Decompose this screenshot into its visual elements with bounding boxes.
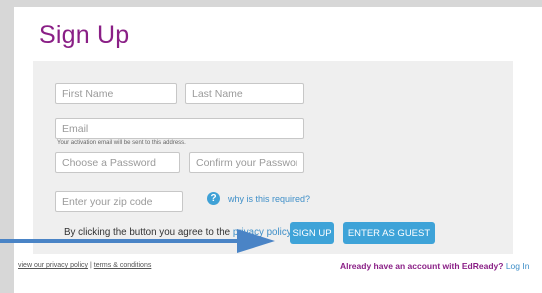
terms-conditions-link[interactable]: terms & conditions [94,262,152,269]
log-in-link[interactable]: Log In [506,261,530,271]
left-border [0,0,14,293]
agreement-label: By clicking the button you agree to the [64,227,231,238]
email-hint: Your activation email will be sent to th… [57,140,186,146]
page-title: Sign Up [39,21,130,49]
account-question: Already have an account with EdReady? [340,261,504,271]
first-name-input[interactable] [55,83,177,104]
why-required-link[interactable]: why is this required? [228,194,310,204]
email-input[interactable] [55,118,304,139]
footer-links: view our privacy policy | terms & condit… [18,262,151,269]
question-circle-icon[interactable]: ? [207,192,220,205]
confirm-password-input[interactable] [189,152,304,173]
password-input[interactable] [55,152,180,173]
login-prompt: Already have an account with EdReady? Lo… [340,261,529,271]
footer-privacy-link[interactable]: view our privacy policy [18,262,88,269]
arrow-shaft [0,239,239,243]
enter-as-guest-button[interactable]: ENTER AS GUEST [343,222,435,244]
last-name-input[interactable] [185,83,304,104]
sign-up-button[interactable]: SIGN UP [290,222,334,244]
top-border [0,0,542,7]
zip-code-input[interactable] [55,191,183,212]
footer-separator: | [89,262,92,269]
arrow-right-icon [237,229,275,253]
